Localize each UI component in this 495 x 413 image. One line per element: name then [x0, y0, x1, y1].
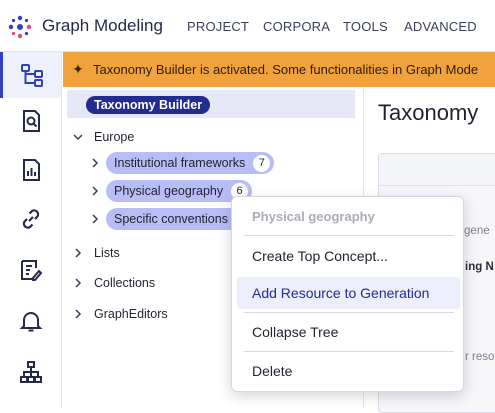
- menu-advanced[interactable]: ADVANCED: [404, 19, 477, 34]
- hierarchy-icon: [19, 361, 42, 383]
- chevron-right-icon[interactable]: [89, 185, 101, 197]
- menu-item-delete[interactable]: Delete: [237, 355, 460, 387]
- tree-node-grapheditors[interactable]: GraphEditors: [72, 304, 168, 324]
- graph-logo-icon: [8, 15, 32, 39]
- divider: [244, 312, 454, 313]
- chevron-right-icon[interactable]: [72, 277, 84, 289]
- tree-node-lists[interactable]: Lists: [72, 243, 120, 263]
- chevron-down-icon[interactable]: [72, 131, 84, 143]
- concept-label: Institutional frameworks: [114, 156, 246, 170]
- chevron-right-icon[interactable]: [72, 247, 84, 259]
- field-fragment: r reso: [465, 351, 495, 363]
- taxonomy-builder-pill[interactable]: Taxonomy Builder: [86, 96, 211, 114]
- tree-node-label: Lists: [94, 246, 120, 260]
- chevron-right-icon[interactable]: [72, 308, 84, 320]
- rail-reports[interactable]: [0, 147, 61, 193]
- rail-hierarchy[interactable]: [0, 349, 61, 395]
- tree-node-institutional[interactable]: Institutional frameworks 7: [89, 152, 275, 174]
- field-fragment-bold: ing N: [465, 261, 494, 273]
- banner-text: Taxonomy Builder is activated. Some func…: [93, 62, 479, 77]
- concept-pill[interactable]: Institutional frameworks 7: [106, 152, 275, 174]
- rail-links[interactable]: [0, 196, 61, 242]
- concept-label: Physical geography: [114, 184, 224, 198]
- menu-item-add-resource[interactable]: Add Resource to Generation: [237, 277, 460, 309]
- left-rail: [0, 52, 62, 408]
- bell-icon: [19, 312, 42, 332]
- tree-header: Taxonomy Builder: [67, 90, 355, 118]
- tree-structure-icon: [21, 64, 43, 87]
- menu-corpora[interactable]: CORPORA: [263, 19, 330, 34]
- edit-checklist-icon: [20, 260, 42, 281]
- concept-pill[interactable]: Physical geography 6: [106, 180, 253, 202]
- panel-header: [379, 154, 495, 186]
- chevron-right-icon[interactable]: [89, 213, 101, 225]
- tree-node-europe[interactable]: Europe: [72, 127, 134, 147]
- count-badge: 7: [253, 154, 271, 172]
- rail-taxonomy[interactable]: [0, 52, 61, 98]
- divider: [244, 351, 454, 352]
- rail-notifications[interactable]: [0, 298, 61, 344]
- app-title: Graph Modeling: [42, 16, 163, 35]
- menu-project[interactable]: PROJECT: [187, 19, 249, 34]
- rail-document-search[interactable]: [0, 98, 61, 144]
- document-search-icon: [22, 110, 40, 132]
- tree-node-label: Europe: [94, 130, 135, 144]
- concept-label: Specific conventions: [114, 212, 228, 226]
- tree-node-label: Collections: [94, 276, 156, 290]
- menu-item-collapse-tree[interactable]: Collapse Tree: [237, 316, 460, 348]
- menu-tools[interactable]: TOOLS: [343, 19, 388, 34]
- page-title: Taxonomy: [378, 100, 479, 125]
- divider: [244, 235, 454, 236]
- context-menu-header: Physical geography: [252, 209, 375, 224]
- top-bar: Graph Modeling PROJECT CORPORA TOOLS ADV…: [0, 0, 495, 52]
- concept-pill[interactable]: Specific conventions: [106, 208, 242, 230]
- menu-item-create-top-concept[interactable]: Create Top Concept...: [237, 240, 460, 272]
- tree-node-specific-conventions[interactable]: Specific conventions: [89, 208, 242, 230]
- taxonomy-banner: ✦ Taxonomy Builder is activated. Some fu…: [63, 52, 495, 87]
- rail-editor[interactable]: [0, 247, 61, 293]
- tree-node-label: GraphEditors: [94, 307, 168, 321]
- link-icon: [22, 209, 39, 229]
- context-menu: Physical geography Create Top Concept...…: [231, 196, 464, 392]
- tree-node-physical-geography[interactable]: Physical geography 6: [89, 180, 253, 202]
- tree-node-collections[interactable]: Collections: [72, 273, 155, 293]
- report-chart-icon: [22, 159, 40, 181]
- sparkle-icon: ✦: [72, 61, 84, 77]
- chevron-right-icon[interactable]: [89, 157, 101, 169]
